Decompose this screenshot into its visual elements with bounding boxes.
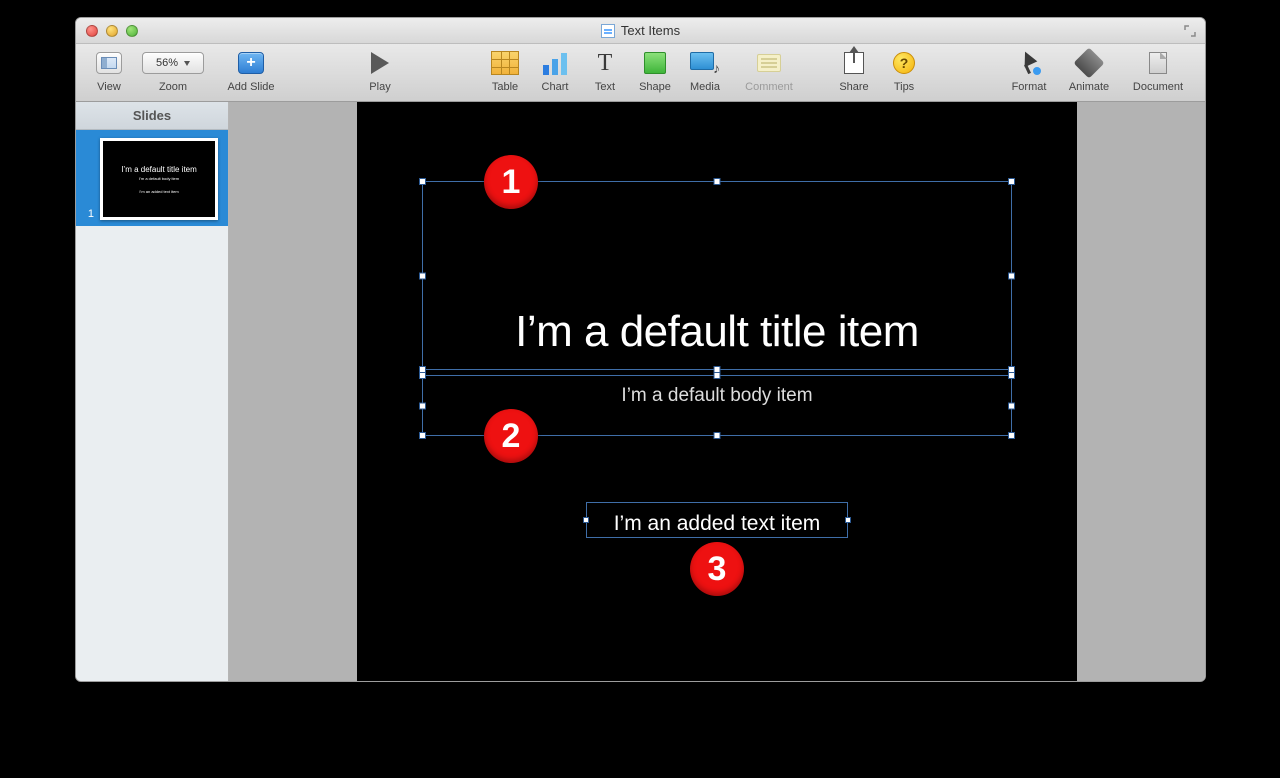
view-button[interactable]: View <box>84 48 134 93</box>
tips-icon: ? <box>893 52 915 74</box>
document-icon <box>1149 52 1167 74</box>
play-icon <box>371 52 389 74</box>
table-button[interactable]: Table <box>480 48 530 93</box>
callout-2: 2 <box>484 409 538 463</box>
slide-canvas[interactable]: I’m a default title item I’m a default b… <box>357 102 1077 681</box>
media-label: Media <box>690 81 720 93</box>
toolbar: View 56% Zoom + Add Slide Play Table <box>76 44 1205 102</box>
zoom-button[interactable] <box>126 25 138 37</box>
added-text-box[interactable] <box>586 502 848 538</box>
text-icon: T <box>598 50 613 77</box>
app-window: Text Items View 56% Zoom + Add Slide <box>75 17 1206 682</box>
callout-3: 3 <box>690 542 744 596</box>
resize-handle[interactable] <box>1008 272 1015 279</box>
resize-handle[interactable] <box>419 432 426 439</box>
play-button[interactable]: Play <box>350 48 410 93</box>
chart-icon <box>543 51 567 75</box>
document-label: Document <box>1133 81 1183 93</box>
chart-button[interactable]: Chart <box>530 48 580 93</box>
view-label: View <box>97 81 121 93</box>
text-label: Text <box>595 81 615 93</box>
resize-handle[interactable] <box>583 517 589 523</box>
callout-1: 1 <box>484 155 538 209</box>
format-icon <box>1017 51 1041 75</box>
zoom-control[interactable]: 56% Zoom <box>134 48 212 93</box>
resize-handle[interactable] <box>714 178 721 185</box>
media-button[interactable]: Media <box>680 48 730 93</box>
comment-label: Comment <box>745 81 793 93</box>
media-icon <box>690 52 720 74</box>
resize-handle[interactable] <box>419 372 426 379</box>
zoom-label: Zoom <box>159 81 187 93</box>
resize-handle[interactable] <box>1008 432 1015 439</box>
minimize-button[interactable] <box>106 25 118 37</box>
tips-label: Tips <box>894 81 914 93</box>
text-button[interactable]: T Text <box>580 48 630 93</box>
share-button[interactable]: Share <box>829 48 879 93</box>
traffic-lights <box>76 25 138 37</box>
format-label: Format <box>1012 81 1047 93</box>
animate-icon <box>1073 47 1104 78</box>
slide-number: 1 <box>82 208 94 220</box>
add-slide-button[interactable]: + Add Slide <box>212 48 290 93</box>
zoom-value: 56% <box>156 57 178 69</box>
share-icon <box>844 52 864 74</box>
play-label: Play <box>369 81 390 93</box>
resize-handle[interactable] <box>419 272 426 279</box>
share-label: Share <box>839 81 868 93</box>
resize-handle[interactable] <box>714 432 721 439</box>
slide-thumbnail-preview: I’m a default title item I’m a default b… <box>100 138 218 220</box>
slide-title-text[interactable]: I’m a default title item <box>357 307 1077 357</box>
plus-icon: + <box>238 52 264 74</box>
comment-button[interactable]: Comment <box>730 48 808 93</box>
table-label: Table <box>492 81 518 93</box>
table-icon <box>491 51 519 75</box>
animate-label: Animate <box>1069 81 1109 93</box>
canvas-area[interactable]: I’m a default title item I’m a default b… <box>229 102 1205 681</box>
resize-handle[interactable] <box>845 517 851 523</box>
body: Slides 1 I’m a default title item I’m a … <box>76 102 1205 681</box>
comment-icon <box>757 54 781 72</box>
animate-button[interactable]: Animate <box>1059 48 1119 93</box>
chevron-down-icon <box>184 61 190 66</box>
window-title: Text Items <box>621 23 680 38</box>
slide-body-text[interactable]: I’m a default body item <box>357 385 1077 407</box>
resize-handle[interactable] <box>714 372 721 379</box>
resize-handle[interactable] <box>1008 372 1015 379</box>
fullscreen-button[interactable] <box>1183 24 1197 38</box>
shape-label: Shape <box>639 81 671 93</box>
slides-sidebar: Slides 1 I’m a default title item I’m a … <box>76 102 229 681</box>
add-slide-label: Add Slide <box>227 81 274 93</box>
format-button[interactable]: Format <box>999 48 1059 93</box>
document-button[interactable]: Document <box>1119 48 1197 93</box>
titlebar[interactable]: Text Items <box>76 18 1205 44</box>
close-button[interactable] <box>86 25 98 37</box>
slide-thumbnail-1[interactable]: 1 I’m a default title item I’m a default… <box>76 130 228 226</box>
shape-icon <box>644 52 666 74</box>
tips-button[interactable]: ? Tips <box>879 48 929 93</box>
slide-thumbnails: 1 I’m a default title item I’m a default… <box>76 130 228 681</box>
document-icon <box>601 24 615 38</box>
shape-button[interactable]: Shape <box>630 48 680 93</box>
resize-handle[interactable] <box>419 178 426 185</box>
chart-label: Chart <box>542 81 569 93</box>
resize-handle[interactable] <box>1008 178 1015 185</box>
slides-header: Slides <box>76 102 228 130</box>
window-title-wrap: Text Items <box>76 23 1205 38</box>
